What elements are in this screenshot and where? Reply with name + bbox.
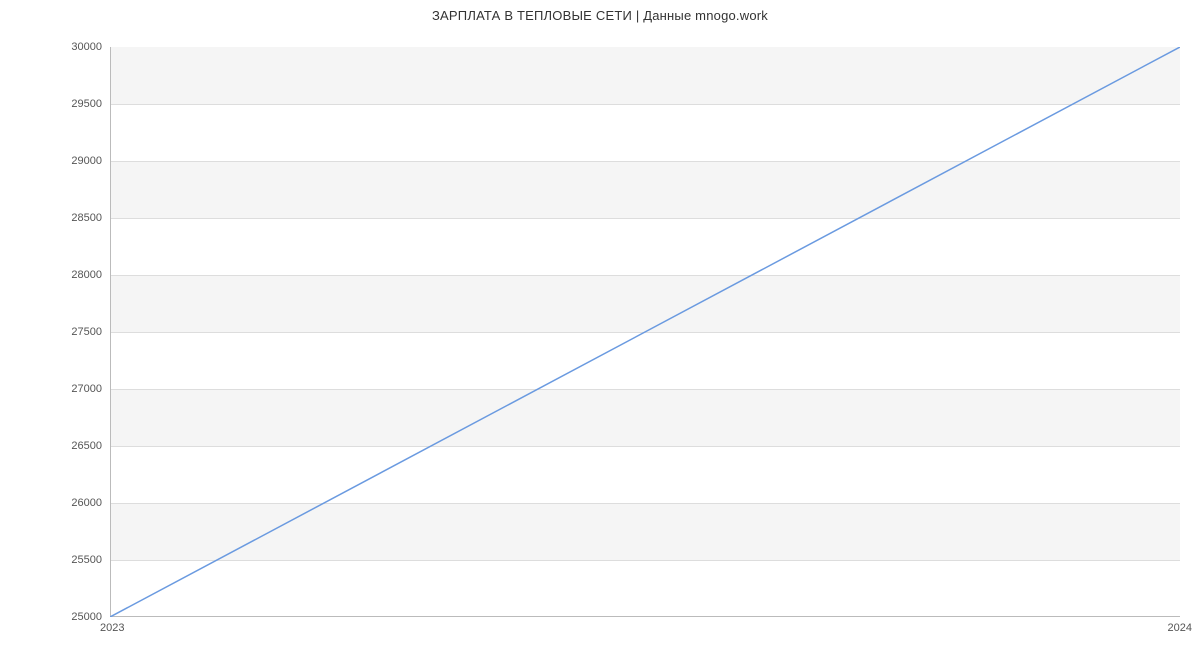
- chart-container: ЗАРПЛАТА В ТЕПЛОВЫЕ СЕТИ | Данные mnogo.…: [0, 0, 1200, 650]
- y-tick-label: 26000: [12, 497, 102, 509]
- y-tick-label: 25500: [12, 554, 102, 566]
- y-tick-label: 27000: [12, 383, 102, 395]
- plot-area: [110, 47, 1180, 617]
- y-tick-label: 30000: [12, 41, 102, 53]
- y-tick-label: 28500: [12, 212, 102, 224]
- x-tick-label: 2024: [1168, 622, 1192, 634]
- chart-title: ЗАРПЛАТА В ТЕПЛОВЫЕ СЕТИ | Данные mnogo.…: [0, 8, 1200, 23]
- x-tick-label: 2023: [100, 622, 124, 634]
- y-tick-label: 27500: [12, 326, 102, 338]
- y-tick-label: 26500: [12, 440, 102, 452]
- y-tick-label: 29500: [12, 98, 102, 110]
- chart-line: [110, 47, 1180, 617]
- series-line: [110, 47, 1180, 617]
- y-tick-label: 29000: [12, 155, 102, 167]
- y-tick-label: 28000: [12, 269, 102, 281]
- y-tick-label: 25000: [12, 611, 102, 623]
